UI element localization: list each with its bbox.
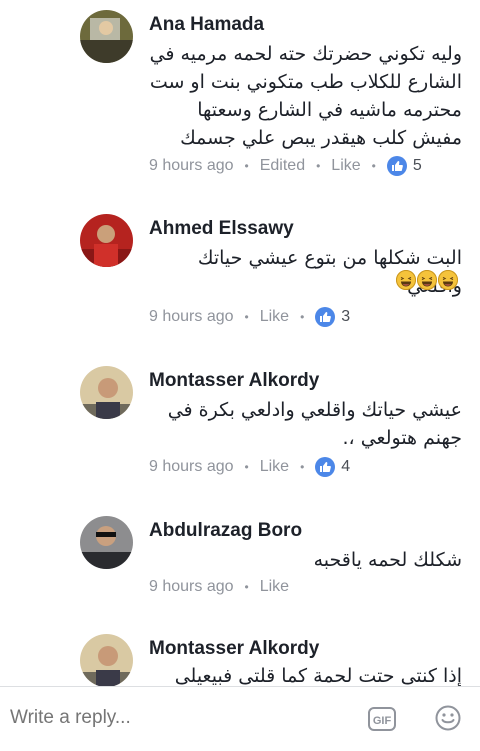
timestamp-link[interactable]: 9 hours ago: [149, 458, 234, 476]
comment-text: شكلك لحمه ياقحبه: [313, 549, 462, 571]
comment-author[interactable]: Ana Hamada: [149, 14, 264, 36]
avatar[interactable]: [80, 366, 133, 419]
avatar[interactable]: [80, 516, 133, 569]
reaction-count[interactable]: 3: [341, 308, 350, 326]
timestamp-link[interactable]: 9 hours ago: [149, 157, 234, 175]
laughing-emoji-group: [396, 270, 458, 290]
separator-dot: •: [244, 159, 249, 173]
avatar[interactable]: [80, 10, 133, 63]
laughing-emoji-icon: [417, 270, 437, 290]
thumbs-up-icon[interactable]: [315, 457, 336, 477]
reply-input[interactable]: [10, 707, 310, 729]
comment-text: وليه تكوني حضرتك حته لحمه مرميه في الشار…: [149, 43, 462, 149]
gif-button[interactable]: GIF: [368, 707, 396, 731]
separator-dot: •: [316, 159, 321, 173]
reaction-count[interactable]: 4: [341, 458, 350, 476]
separator-dot: •: [300, 460, 305, 474]
separator-dot: •: [244, 310, 249, 324]
reply-composer: GIF: [0, 686, 480, 751]
comment-author[interactable]: Montasser Alkordy: [149, 370, 319, 392]
laughing-emoji-icon: [396, 270, 416, 290]
timestamp-link[interactable]: 9 hours ago: [149, 578, 234, 596]
comment-author[interactable]: Montasser Alkordy: [149, 638, 319, 660]
like-button[interactable]: Like: [260, 578, 289, 596]
separator-dot: •: [371, 159, 376, 173]
avatar[interactable]: [80, 634, 133, 687]
separator-dot: •: [300, 310, 305, 324]
like-button[interactable]: Like: [260, 308, 289, 326]
avatar[interactable]: [80, 214, 133, 267]
comment-author[interactable]: Ahmed Elssawy: [149, 218, 294, 240]
comment-meta: 9 hours ago • Like • 3: [149, 307, 350, 327]
comment-author[interactable]: Abdulrazag Boro: [149, 520, 302, 542]
separator-dot: •: [244, 460, 249, 474]
reaction-count[interactable]: 5: [413, 157, 422, 175]
timestamp-link[interactable]: 9 hours ago: [149, 308, 234, 326]
comment-meta: 9 hours ago • Like: [149, 578, 289, 596]
thumbs-up-icon[interactable]: [315, 307, 336, 327]
like-button[interactable]: Like: [260, 458, 289, 476]
edited-link[interactable]: Edited: [260, 157, 305, 175]
comment-meta: 9 hours ago • Edited • Like • 5: [149, 156, 422, 176]
separator-dot: •: [244, 580, 249, 594]
smiley-icon[interactable]: [435, 705, 461, 731]
thumbs-up-icon[interactable]: [386, 156, 407, 176]
laughing-emoji-icon: [438, 270, 458, 290]
like-button[interactable]: Like: [331, 157, 360, 175]
comment-meta: 9 hours ago • Like • 4: [149, 457, 350, 477]
comment-text: عيشي حياتك واقلعي وادلعي بكرة في جهنم هت…: [167, 399, 462, 449]
